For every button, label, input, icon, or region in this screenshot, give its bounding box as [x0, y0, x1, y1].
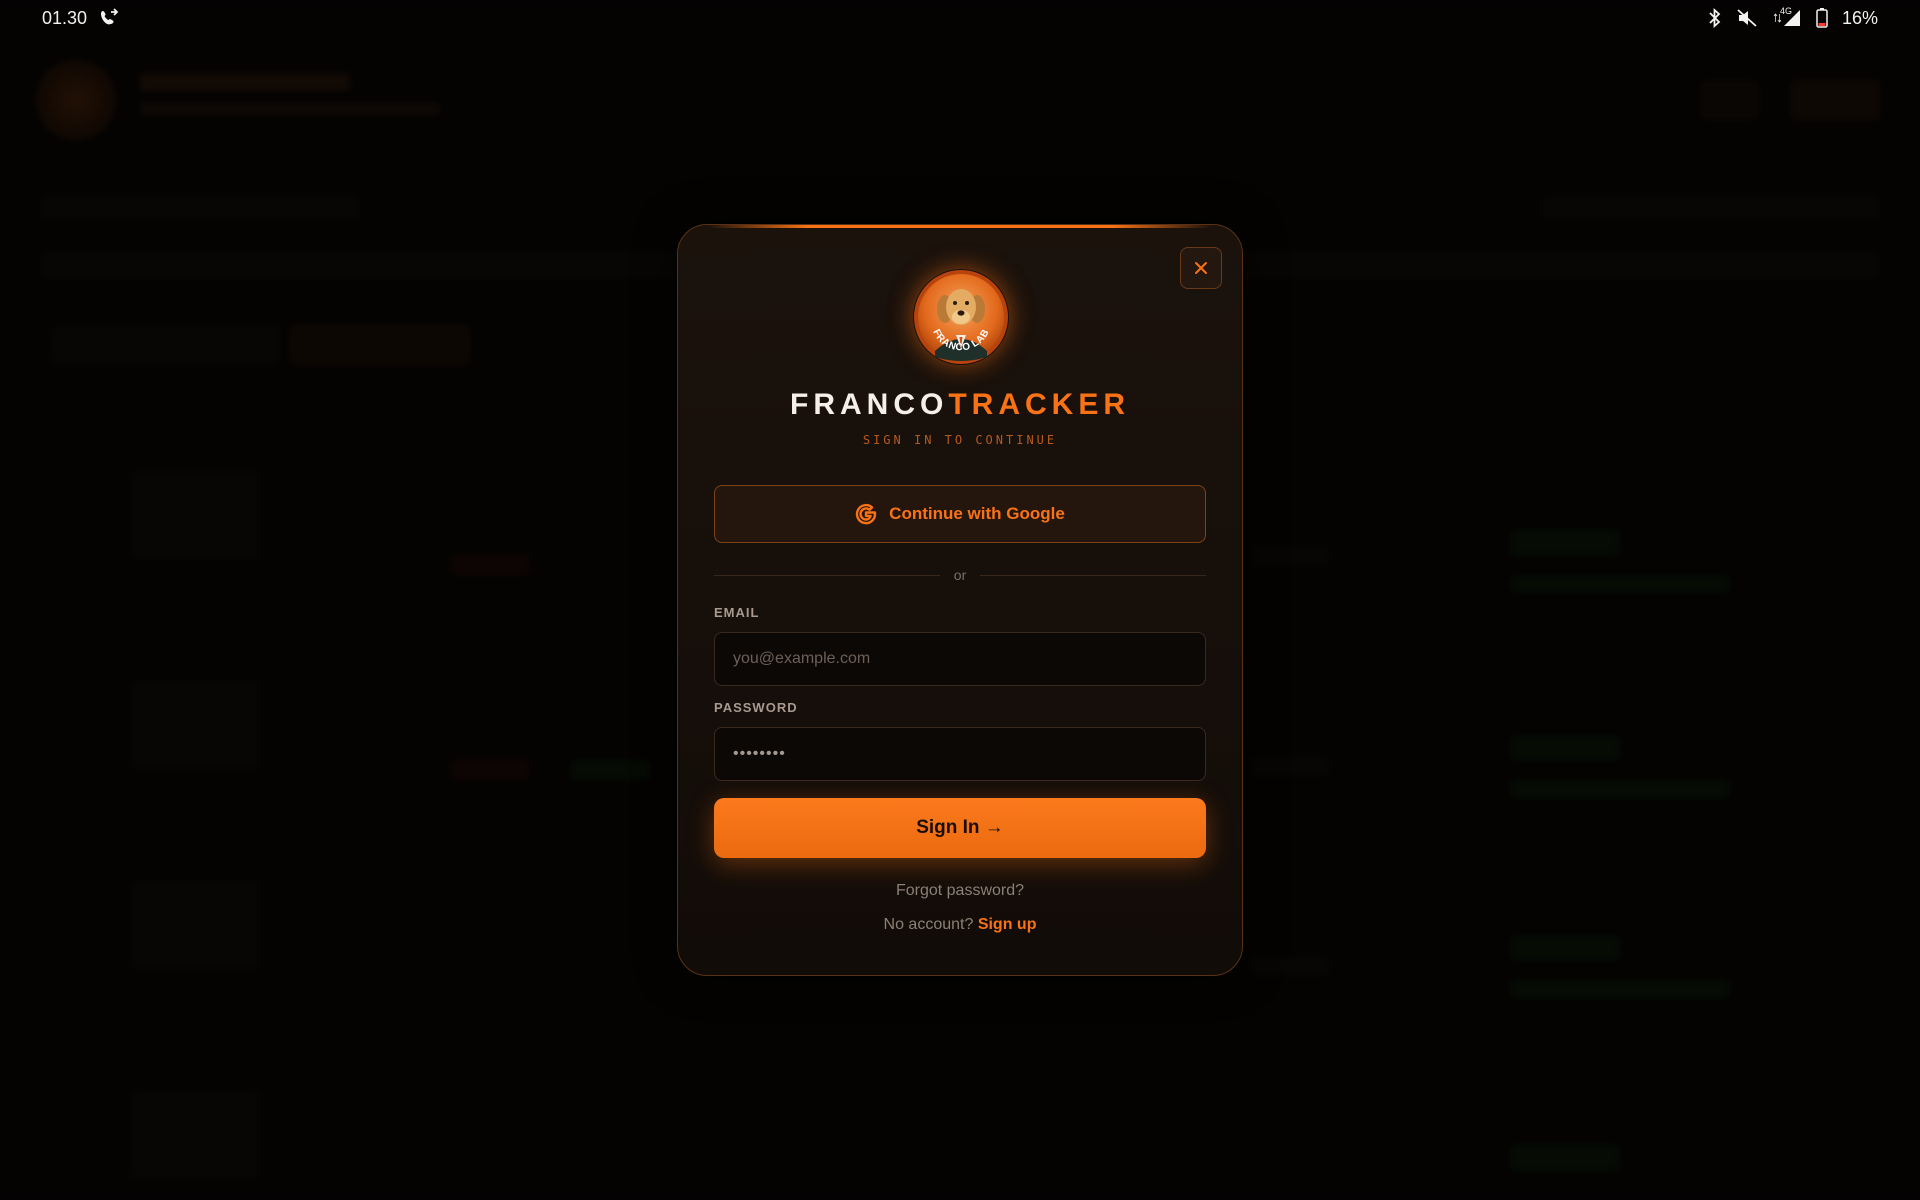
sign-up-link[interactable]: Sign up	[978, 916, 1037, 933]
close-icon	[1193, 260, 1209, 276]
password-input[interactable]: ••••••••	[714, 727, 1206, 781]
brand-primary: FRANCO	[790, 388, 949, 421]
mute-icon	[1736, 8, 1758, 28]
modal-accent-line	[708, 225, 1212, 228]
email-label: EMAIL	[714, 605, 760, 620]
dog-logo-icon: FRANCO LAB	[914, 270, 1008, 364]
network-type: 4G	[1779, 6, 1792, 16]
battery-level: 16%	[1841, 7, 1878, 28]
divider-text: or	[953, 567, 967, 583]
signup-prompt-text: No account?	[883, 916, 974, 933]
password-label: PASSWORD	[714, 700, 798, 715]
status-time: 01.30	[42, 7, 88, 28]
google-button-label: Continue with Google	[889, 504, 1065, 523]
battery-icon	[1816, 8, 1828, 28]
forgot-password-link[interactable]: Forgot password?	[678, 882, 1242, 900]
google-sign-in-button[interactable]: Continue with Google	[714, 485, 1206, 543]
signal-icon: 4G	[1772, 6, 1802, 28]
or-divider: or	[714, 565, 1207, 585]
password-value: ••••••••	[733, 745, 786, 762]
sign-in-button[interactable]: Sign In →	[714, 798, 1206, 858]
brand-title: FRANCOTRACKER	[678, 388, 1242, 422]
close-button[interactable]	[1180, 247, 1222, 289]
email-input[interactable]	[714, 632, 1206, 686]
franco-lab-logo: FRANCO LAB	[913, 269, 1009, 365]
sign-in-modal: FRANCO LAB FRANCOTRACKER SIGN IN TO CONT…	[677, 224, 1243, 976]
bluetooth-icon	[1708, 8, 1722, 28]
status-bar: 01.30 4G 16%	[0, 0, 1920, 36]
modal-subtitle: SIGN IN TO CONTINUE	[862, 433, 1058, 447]
google-icon	[855, 503, 877, 525]
signup-prompt: No account? Sign up	[678, 916, 1242, 934]
call-forward-icon	[99, 8, 119, 28]
brand-accent: TRACKER	[948, 388, 1130, 421]
